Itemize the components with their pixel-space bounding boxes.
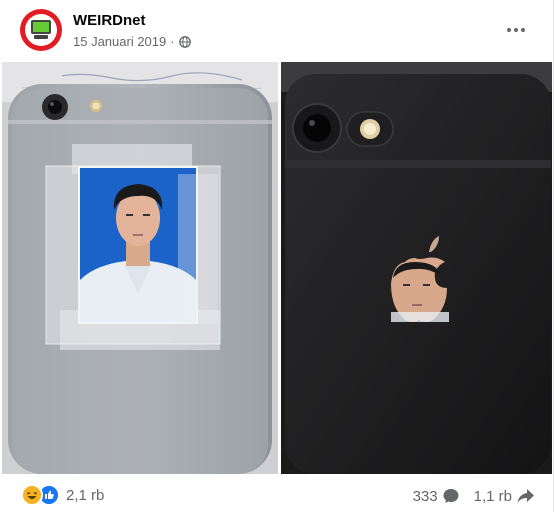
more-dot-icon <box>514 28 518 32</box>
avatar-logo <box>25 14 57 46</box>
meta-separator: · <box>170 34 175 49</box>
photo-grid <box>2 62 552 474</box>
reactions-summary[interactable]: 2,1 rb <box>21 484 104 506</box>
more-dot-icon <box>521 28 525 32</box>
post-meta: 15 Januari 2019 · <box>73 34 191 49</box>
post-header: WEIRDnet 15 Januari 2019 · <box>0 0 554 62</box>
more-dot-icon <box>507 28 511 32</box>
page-avatar[interactable] <box>20 9 62 51</box>
comment-icon <box>443 489 459 503</box>
comment-count-button[interactable]: 333 <box>413 487 460 505</box>
globe-icon[interactable] <box>178 35 191 48</box>
left-photo-image <box>2 62 278 474</box>
post-stats: 333 1,1 rb <box>413 487 536 505</box>
page-name-link[interactable]: WEIRDnet <box>73 12 146 29</box>
share-count-button[interactable]: 1,1 rb <box>474 487 536 505</box>
right-photo[interactable] <box>281 62 552 474</box>
monitor-base-icon <box>34 35 48 39</box>
comment-count: 333 <box>412 487 438 505</box>
left-photo[interactable] <box>2 62 278 474</box>
monitor-icon <box>31 20 51 34</box>
post-date-link[interactable]: 15 Januari 2019 <box>73 34 166 49</box>
share-icon <box>517 489 534 503</box>
share-count: 1,1 rb <box>473 487 512 505</box>
more-options-button[interactable] <box>502 16 530 44</box>
right-photo-image <box>281 62 552 474</box>
reaction-count: 2,1 rb <box>66 486 105 504</box>
haha-icon <box>21 484 43 506</box>
post-footer: 2,1 rb 333 1,1 rb <box>0 478 554 512</box>
post-card: WEIRDnet 15 Januari 2019 · 2,1 rb 333 1,… <box>0 0 554 512</box>
